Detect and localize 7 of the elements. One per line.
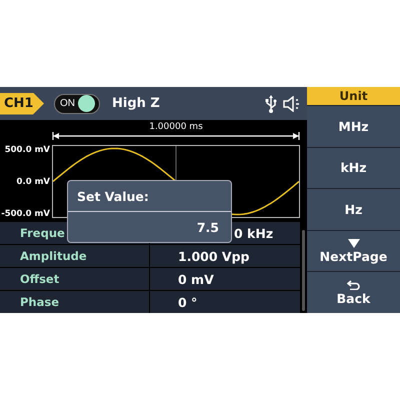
dialog-title: Set Value: — [68, 181, 231, 212]
y-axis-label: 500.0 mV — [4, 145, 50, 155]
load-label: High Z — [112, 96, 160, 111]
menu-title: Unit — [307, 87, 400, 105]
y-axis-label: 0.0 mV — [16, 177, 50, 187]
time-span-label: 1.00000 ms — [149, 122, 203, 132]
y-axis-label: -500.0 mV — [1, 209, 50, 219]
